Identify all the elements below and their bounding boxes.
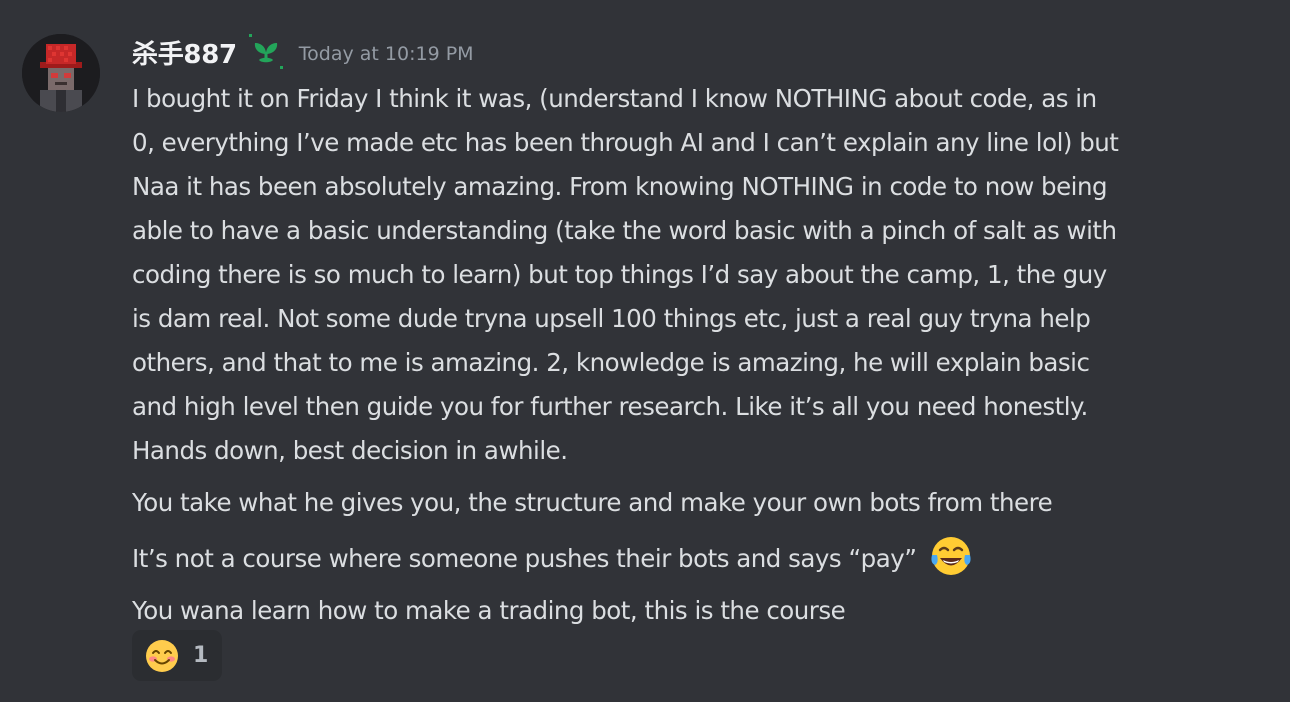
reaction-button[interactable]: 1 xyxy=(132,630,222,681)
followup-message: You wana learn how to make a trading bot… xyxy=(132,589,1272,633)
followup-message: It’s not a course where someone pushes t… xyxy=(132,533,1272,581)
followup-text: It’s not a course where someone pushes t… xyxy=(132,544,917,573)
red-hat-character-avatar-icon xyxy=(22,34,100,112)
reaction-count: 1 xyxy=(193,643,209,668)
chat-message: 杀手887 Today at 10:19 PM I bought it on F… xyxy=(0,0,1290,702)
followup-message: You take what he gives you, the structur… xyxy=(132,481,1272,525)
message-paragraph: I bought it on Friday I think it was, (u… xyxy=(132,77,1272,473)
message-line: Naa it has been absolutely amazing. From… xyxy=(132,172,1108,201)
message-line: Hands down, best decision in awhile. xyxy=(132,436,568,465)
message-content: I bought it on Friday I think it was, (u… xyxy=(132,77,1272,641)
user-avatar[interactable] xyxy=(22,34,100,112)
smiling-face-with-smiling-eyes-icon xyxy=(144,638,180,674)
seedling-icon[interactable] xyxy=(247,32,285,72)
followup-text: You take what he gives you, the structur… xyxy=(132,488,1053,517)
message-line: is dam real. Not some dude tryna upsell … xyxy=(132,304,1091,333)
message-line: coding there is so much to learn) but to… xyxy=(132,260,1107,289)
message-line: able to have a basic understanding (take… xyxy=(132,216,1117,245)
followup-text: You wana learn how to make a trading bot… xyxy=(132,596,846,625)
message-timestamp[interactable]: Today at 10:19 PM xyxy=(299,39,474,65)
message-line: 0, everything I’ve made etc has been thr… xyxy=(132,128,1119,157)
message-line: I bought it on Friday I think it was, (u… xyxy=(132,84,1097,113)
message-header: 杀手887 Today at 10:19 PM xyxy=(132,32,474,72)
message-line: and high level then guide you for furthe… xyxy=(132,392,1088,421)
message-line: others, and that to me is amazing. 2, kn… xyxy=(132,348,1090,377)
tears-of-joy-emoji-icon[interactable] xyxy=(928,533,974,579)
author-name[interactable]: 杀手887 xyxy=(132,34,237,71)
